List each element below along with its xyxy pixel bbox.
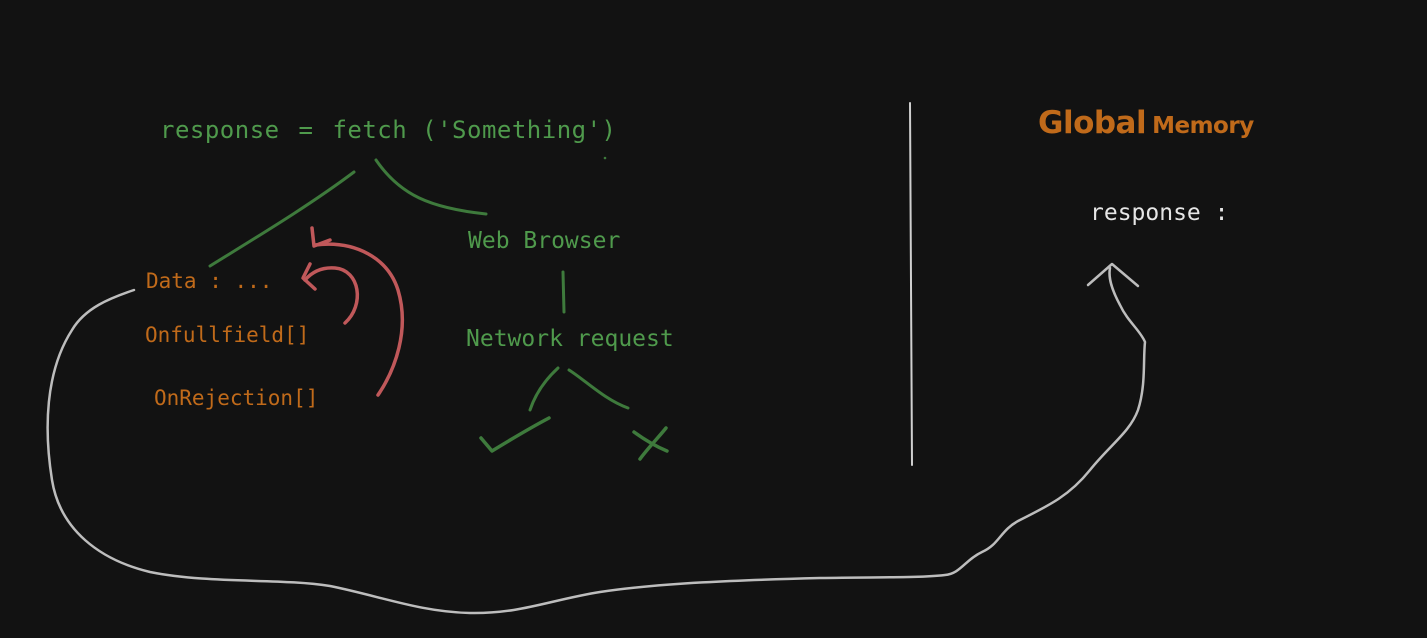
stray-dot (603, 156, 607, 160)
checkmark-icon (479, 416, 551, 453)
fetch-operator: = (298, 116, 314, 144)
global-memory-title: Global Memory (1038, 108, 1254, 139)
connector-network-to-success (528, 366, 560, 412)
fetch-call: fetch ('Something') (332, 116, 617, 144)
promise-onfulfilled-label: Onfullfield[] (145, 323, 310, 347)
connector-browser-to-network (561, 270, 566, 314)
network-request-label: Network request (466, 326, 674, 352)
global-memory-response-variable: response : (1090, 200, 1229, 226)
arrow-onrejection-to-data (310, 226, 405, 397)
arrow-onfulfilled-to-data (301, 262, 360, 325)
promise-data-label: Data : ... (146, 269, 273, 293)
assignment-arrowhead (1086, 262, 1140, 288)
diagram-canvas (46, 102, 1147, 615)
promise-onrejection-label: OnRejection[] (154, 386, 319, 410)
connector-fetch-to-browser (374, 158, 488, 216)
fetch-statement: response = fetch ('Something') (160, 118, 617, 142)
assignment-curve (46, 266, 1147, 615)
connector-fetch-to-data (208, 170, 356, 268)
fetch-variable: response (160, 116, 280, 144)
section-divider (909, 102, 913, 466)
cross-icon (632, 426, 669, 461)
web-browser-label: Web Browser (468, 228, 621, 254)
global-memory-title-main: Global (1038, 105, 1147, 141)
connector-network-to-failure (567, 368, 630, 410)
global-memory-title-sub: Memory (1152, 113, 1254, 139)
